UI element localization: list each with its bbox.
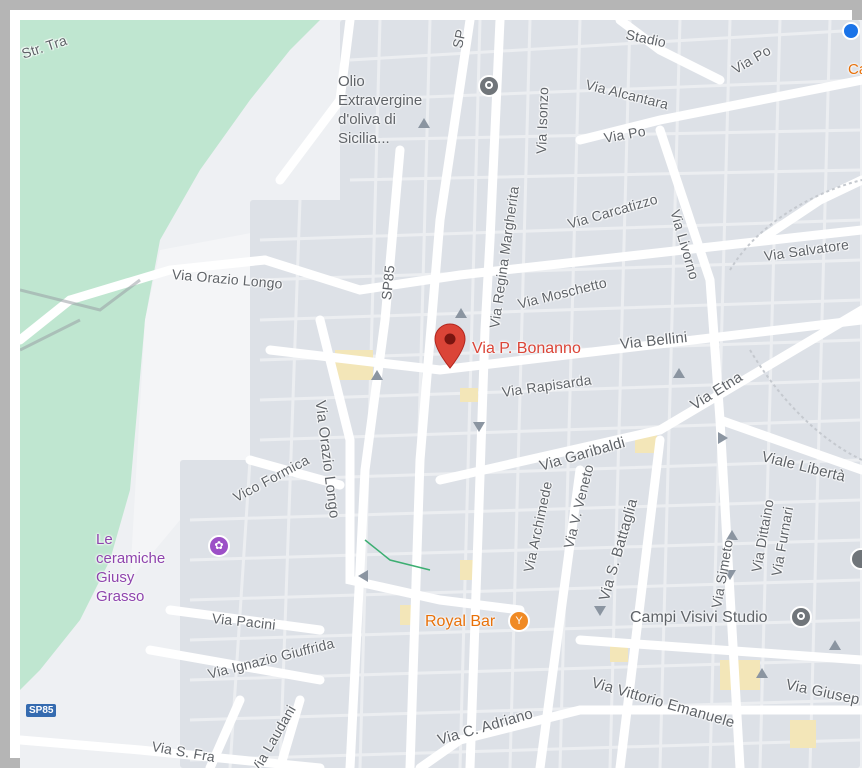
selected-location-label: Via P. Bonanno (472, 340, 581, 357)
edge-poi-label: Ca (848, 61, 862, 78)
map-canvas[interactable]: Str. Tra Stadio SP Via Po Via Alcantara … (20, 20, 862, 768)
pin-gray-icon[interactable] (478, 75, 500, 97)
poi-campi-visivi[interactable]: Campi Visivi Studio (630, 608, 768, 627)
poi-label: Le ceramiche Giusy Grasso (96, 531, 166, 605)
poi-royal-bar[interactable]: Royal Bar (425, 612, 495, 631)
route-badge: SP85 (26, 704, 57, 717)
selected-location-pin[interactable] (434, 323, 466, 369)
poi-label: Olio Extravergine d'oliva di Sicilia... (338, 73, 423, 147)
cocktail-icon[interactable]: Y (508, 610, 530, 632)
palette-icon[interactable]: ✿ (208, 535, 230, 557)
street-label: Via Isonzo (533, 86, 552, 155)
map-base (20, 20, 862, 768)
pin-gray-icon[interactable] (790, 606, 812, 628)
shopping-icon[interactable] (842, 22, 860, 40)
map-pin-icon (434, 323, 466, 369)
screenshot-frame: Str. Tra Stadio SP Via Po Via Alcantara … (0, 0, 862, 768)
